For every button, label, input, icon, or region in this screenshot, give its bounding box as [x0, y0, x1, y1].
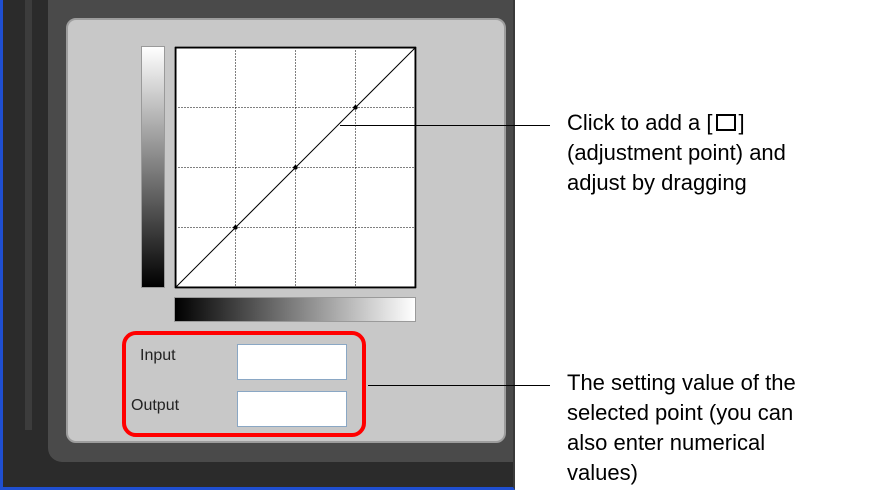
input-output-highlight-box [122, 331, 366, 437]
curve-point[interactable] [233, 225, 238, 230]
bottom-callout-line3: also enter numerical [567, 430, 766, 455]
top-callout-line2: (adjustment point) and [567, 140, 786, 165]
curve-point[interactable] [353, 105, 358, 110]
bottom-callout-line4: values) [567, 460, 638, 485]
window-side-strip [25, 0, 32, 430]
tone-curve-svg[interactable] [174, 46, 417, 289]
top-callout-line3: adjust by dragging [567, 170, 747, 195]
square-adjustment-point-icon [715, 114, 736, 131]
bottom-callout-line1: The setting value of the [567, 370, 796, 395]
input-gradient-bar [174, 297, 416, 322]
bottom-callout-line2: selected point (you can [567, 400, 794, 425]
top-callout-text: Click to add a [] (adjustment point) and… [567, 108, 786, 198]
top-callout-line [340, 125, 550, 126]
top-callout-line1-prefix: Click to add a [ [567, 110, 713, 135]
curve-point[interactable] [293, 165, 298, 170]
bottom-callout-text: The setting value of the selected point … [567, 368, 796, 488]
bottom-callout-line [368, 385, 550, 386]
top-callout-line1-suffix: ] [738, 110, 745, 135]
tone-curve-graph[interactable] [174, 46, 417, 289]
output-gradient-bar [141, 46, 165, 288]
